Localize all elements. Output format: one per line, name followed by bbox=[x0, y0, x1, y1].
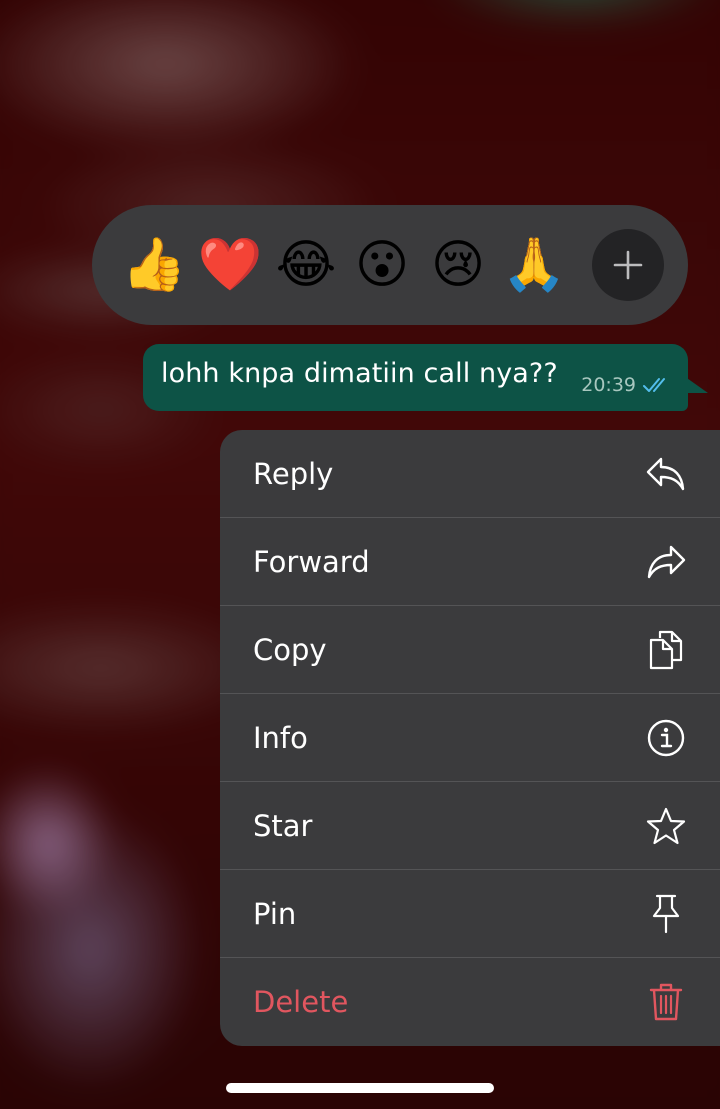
message-bubble-tail bbox=[684, 376, 708, 393]
reaction-thumbs-up[interactable]: 👍 bbox=[122, 233, 187, 297]
menu-item-info[interactable]: Info bbox=[220, 694, 720, 782]
message-meta: 20:39 bbox=[581, 374, 672, 396]
menu-item-label: Reply bbox=[253, 456, 334, 491]
more-reactions-button[interactable] bbox=[592, 229, 664, 301]
menu-item-label: Star bbox=[253, 808, 313, 843]
pin-icon bbox=[644, 892, 688, 936]
menu-item-label: Forward bbox=[253, 544, 370, 579]
message-time: 20:39 bbox=[581, 374, 636, 396]
reaction-red-heart[interactable]: ❤️ bbox=[198, 233, 263, 297]
plus-icon bbox=[613, 250, 643, 280]
menu-item-label: Pin bbox=[253, 896, 297, 931]
menu-item-copy[interactable]: Copy bbox=[220, 606, 720, 694]
menu-item-label: Delete bbox=[253, 985, 349, 1019]
star-icon bbox=[644, 804, 688, 848]
copy-icon bbox=[644, 628, 688, 672]
menu-item-delete[interactable]: Delete bbox=[220, 958, 720, 1046]
menu-item-reply[interactable]: Reply bbox=[220, 430, 720, 518]
forward-icon bbox=[644, 540, 688, 584]
reaction-open-mouth[interactable]: 😮 bbox=[350, 233, 414, 297]
menu-item-star[interactable]: Star bbox=[220, 782, 720, 870]
reaction-folded-hands[interactable]: 🙏 bbox=[502, 233, 567, 297]
message-text: lohh knpa dimatiin call nya?? bbox=[161, 358, 558, 389]
reaction-bar: 👍 ❤️ 😂 😮 😢 🙏 bbox=[92, 205, 688, 325]
info-icon bbox=[644, 716, 688, 760]
menu-item-label: Copy bbox=[253, 632, 327, 667]
home-indicator[interactable] bbox=[226, 1083, 494, 1093]
trash-icon bbox=[644, 980, 688, 1024]
reaction-tears-of-joy[interactable]: 😂 bbox=[274, 233, 338, 297]
reply-icon bbox=[644, 452, 688, 496]
message-context-menu: Reply Forward Copy Info Star Pin Delete bbox=[220, 430, 720, 1046]
double-check-read-icon bbox=[643, 378, 665, 392]
reaction-crying-face[interactable]: 😢 bbox=[426, 233, 490, 297]
menu-item-pin[interactable]: Pin bbox=[220, 870, 720, 958]
menu-item-forward[interactable]: Forward bbox=[220, 518, 720, 606]
menu-item-label: Info bbox=[253, 720, 308, 755]
message-bubble[interactable]: lohh knpa dimatiin call nya?? 20:39 bbox=[143, 344, 688, 411]
